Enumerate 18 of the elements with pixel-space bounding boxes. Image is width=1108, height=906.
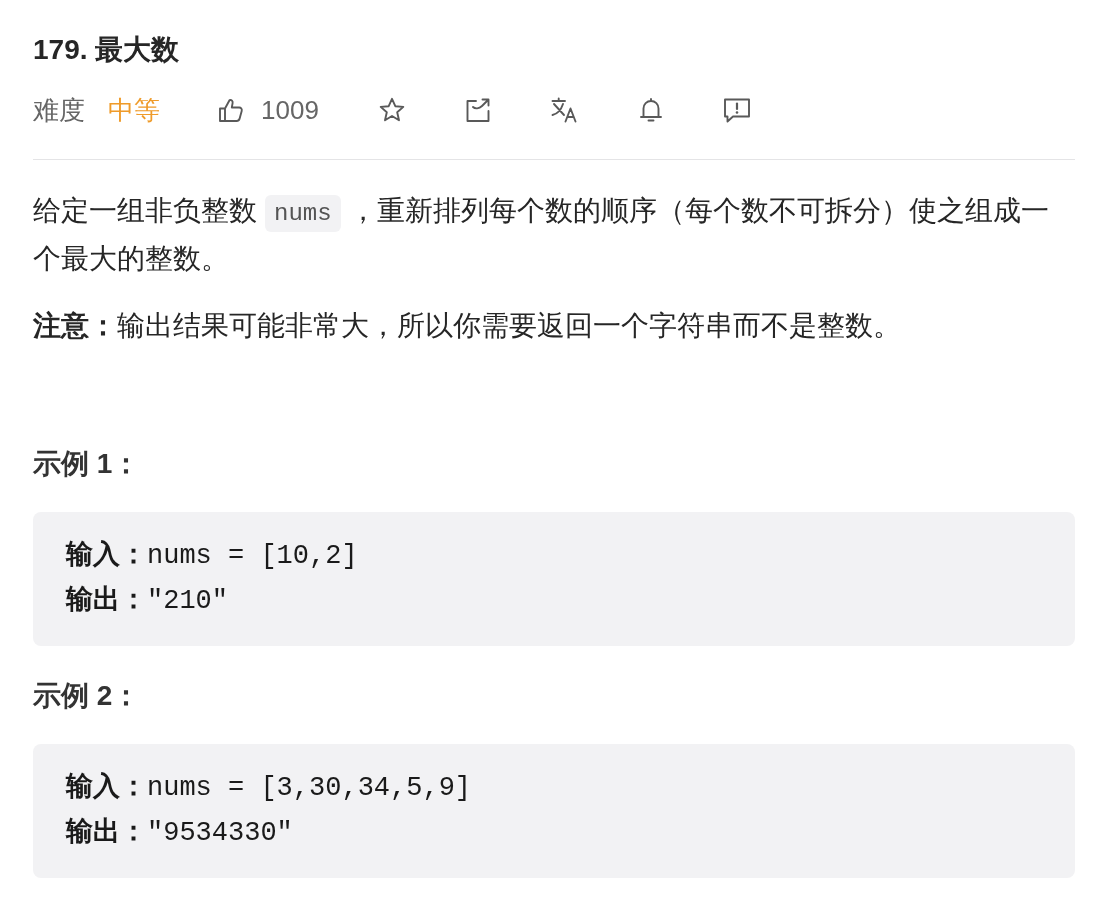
difficulty-label: 难度 bbox=[33, 93, 85, 127]
star-icon[interactable] bbox=[378, 97, 405, 123]
share-icon[interactable] bbox=[464, 97, 491, 123]
difficulty-value: 中等 bbox=[108, 93, 160, 127]
bell-icon[interactable] bbox=[638, 97, 663, 123]
problem-description: 给定一组非负整数 nums ，重新排列每个数的顺序（每个数不可拆分）使之组成一个最大的整数。 bbox=[33, 194, 1050, 276]
note-text: 注意：输出结果可能非常大，所以你需要返回一个字符串而不是整数。 bbox=[33, 309, 902, 343]
translate-icon[interactable] bbox=[550, 97, 579, 123]
example-line: 输入：nums = [3,30,34,5,9] bbox=[66, 771, 473, 805]
like-button[interactable]: 1009 bbox=[218, 94, 319, 126]
example-line: 输出："210" bbox=[66, 584, 229, 618]
thumbs-up-icon bbox=[218, 97, 244, 123]
problem-title: 179. 最大数 bbox=[33, 33, 181, 67]
example-line: 输入：nums = [10,2] bbox=[66, 539, 359, 573]
example-heading: 示例 1： bbox=[33, 447, 142, 481]
example-heading: 示例 2： bbox=[33, 679, 142, 713]
feedback-icon[interactable] bbox=[722, 97, 751, 123]
example-line: 输出："9534330" bbox=[66, 816, 294, 850]
